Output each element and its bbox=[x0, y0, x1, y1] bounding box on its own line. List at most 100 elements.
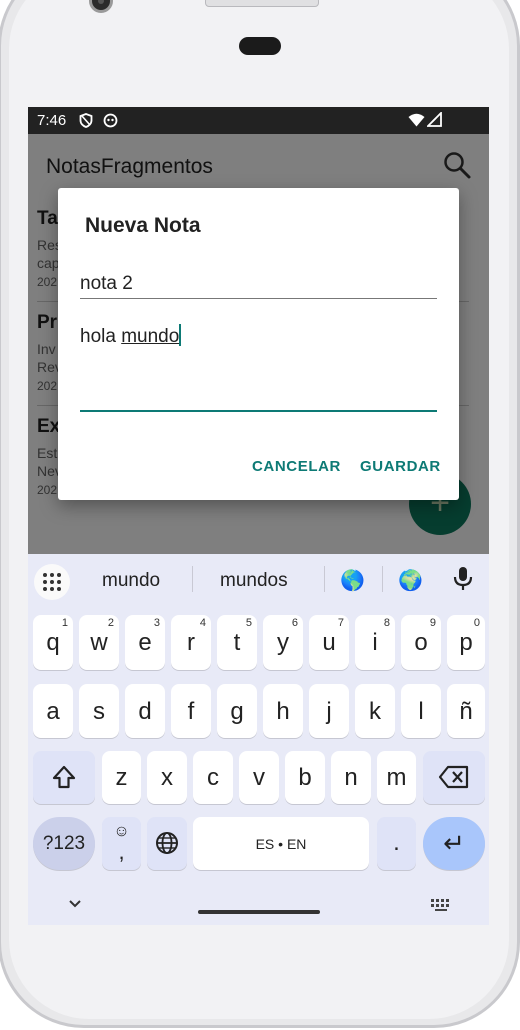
new-note-dialog: Nueva Nota nota 2 hola mundo CANCELAR GU… bbox=[58, 188, 459, 500]
key-label: a bbox=[46, 698, 60, 725]
key-r[interactable]: 4r bbox=[171, 615, 211, 670]
chevron-down-icon[interactable] bbox=[68, 899, 82, 909]
key-l[interactable]: l bbox=[401, 684, 441, 738]
wifi-icon bbox=[408, 113, 425, 127]
key-label: y bbox=[277, 629, 289, 656]
suggestion-item[interactable]: mundos bbox=[220, 570, 288, 592]
key-hint: 7 bbox=[337, 617, 344, 629]
key-u[interactable]: 7u bbox=[309, 615, 349, 670]
key-label: l bbox=[418, 698, 424, 725]
key-hint: 5 bbox=[245, 617, 252, 629]
key-label: ES • EN bbox=[255, 836, 307, 852]
key-m[interactable]: m bbox=[377, 751, 416, 804]
body-field[interactable]: hola mundo bbox=[80, 318, 437, 412]
enter-icon: ↵ bbox=[443, 828, 465, 858]
key-hint: 8 bbox=[383, 617, 390, 629]
key-label: g bbox=[230, 698, 244, 725]
cancel-button[interactable]: CANCELAR bbox=[252, 458, 341, 475]
key-label: m bbox=[386, 764, 407, 791]
suggestion-item[interactable]: mundo bbox=[102, 570, 160, 592]
key-n-tilde[interactable]: ñ bbox=[447, 684, 485, 738]
key-label: , bbox=[118, 839, 125, 864]
language-key[interactable] bbox=[147, 817, 187, 870]
divider bbox=[324, 566, 325, 592]
key-label: ñ bbox=[459, 698, 473, 725]
key-label: ?123 bbox=[42, 833, 86, 854]
period-key[interactable]: . bbox=[377, 817, 416, 870]
status-time: 7:46 bbox=[37, 112, 67, 129]
key-z[interactable]: z bbox=[102, 751, 141, 804]
save-button[interactable]: GUARDAR bbox=[360, 458, 441, 475]
key-label: u bbox=[322, 629, 336, 656]
shift-key[interactable] bbox=[33, 751, 95, 804]
globe-icon bbox=[156, 832, 178, 854]
key-label: k bbox=[369, 698, 381, 725]
keyboard: mundo mundos 🌎 🌍 1q 2w 3e 4r 5t 6y 7u 8i… bbox=[28, 554, 489, 925]
key-hint: 4 bbox=[199, 617, 206, 629]
key-s[interactable]: s bbox=[79, 684, 119, 738]
key-label: s bbox=[93, 698, 105, 725]
key-t[interactable]: 5t bbox=[217, 615, 257, 670]
shift-icon bbox=[52, 765, 76, 789]
divider bbox=[382, 566, 383, 592]
emoji-suggestion[interactable]: 🌍 bbox=[398, 568, 423, 593]
key-k[interactable]: k bbox=[355, 684, 395, 738]
key-hint: 9 bbox=[429, 617, 436, 629]
key-c[interactable]: c bbox=[193, 751, 233, 804]
key-f[interactable]: f bbox=[171, 684, 211, 738]
title-field[interactable]: nota 2 bbox=[80, 268, 437, 299]
key-h[interactable]: h bbox=[263, 684, 303, 738]
key-b[interactable]: b bbox=[285, 751, 325, 804]
microphone-icon[interactable] bbox=[452, 566, 474, 592]
key-y[interactable]: 6y bbox=[263, 615, 303, 670]
key-hint: 2 bbox=[107, 617, 114, 629]
suggestion-strip: mundo mundos 🌎 🌍 bbox=[28, 554, 489, 604]
key-hint: 3 bbox=[153, 617, 160, 629]
home-gesture-bar[interactable] bbox=[198, 910, 320, 914]
keyboard-switch-icon[interactable] bbox=[430, 898, 452, 912]
navigation-bar bbox=[28, 884, 489, 925]
key-d[interactable]: d bbox=[125, 684, 165, 738]
body-field-value: hola mundo bbox=[80, 324, 182, 348]
dialog-title: Nueva Nota bbox=[85, 214, 201, 237]
divider bbox=[192, 566, 193, 592]
text-cursor bbox=[179, 324, 182, 346]
key-hint: 1 bbox=[61, 617, 68, 629]
key-label: x bbox=[161, 764, 173, 791]
key-e[interactable]: 3e bbox=[125, 615, 165, 670]
key-label: . bbox=[393, 829, 400, 856]
key-label: r bbox=[187, 629, 195, 656]
key-label: c bbox=[207, 764, 219, 791]
cell-signal-icon bbox=[427, 112, 442, 127]
key-hint: 0 bbox=[473, 617, 480, 629]
status-bar: 7:46 bbox=[28, 107, 489, 134]
key-q[interactable]: 1q bbox=[33, 615, 73, 670]
emoji-suggestion[interactable]: 🌎 bbox=[340, 568, 365, 593]
key-a[interactable]: a bbox=[33, 684, 73, 738]
app-notification-icon bbox=[103, 113, 118, 128]
key-v[interactable]: v bbox=[239, 751, 279, 804]
shield-icon bbox=[79, 113, 93, 128]
key-w[interactable]: 2w bbox=[79, 615, 119, 670]
backspace-key[interactable] bbox=[423, 751, 485, 804]
enter-key[interactable]: ↵ bbox=[423, 817, 485, 870]
proximity-sensor bbox=[239, 37, 281, 55]
key-label: e bbox=[138, 629, 152, 656]
symbols-key[interactable]: ?123 bbox=[33, 817, 95, 870]
key-label: j bbox=[326, 698, 332, 725]
key-label: n bbox=[344, 764, 358, 791]
key-o[interactable]: 9o bbox=[401, 615, 441, 670]
key-x[interactable]: x bbox=[147, 751, 187, 804]
key-label: i bbox=[372, 629, 378, 656]
screen: 7:46 NotasFragmentos Ta Res cap 202 Pr I… bbox=[28, 107, 489, 925]
key-p[interactable]: 0p bbox=[447, 615, 485, 670]
apps-grid-icon[interactable] bbox=[34, 564, 70, 600]
emoji-comma-key[interactable]: ☺ , bbox=[102, 817, 141, 870]
key-label: w bbox=[90, 629, 108, 656]
key-g[interactable]: g bbox=[217, 684, 257, 738]
space-key[interactable]: ES • EN bbox=[193, 817, 369, 870]
key-j[interactable]: j bbox=[309, 684, 349, 738]
key-label: t bbox=[233, 629, 241, 656]
key-i[interactable]: 8i bbox=[355, 615, 395, 670]
key-n[interactable]: n bbox=[331, 751, 371, 804]
